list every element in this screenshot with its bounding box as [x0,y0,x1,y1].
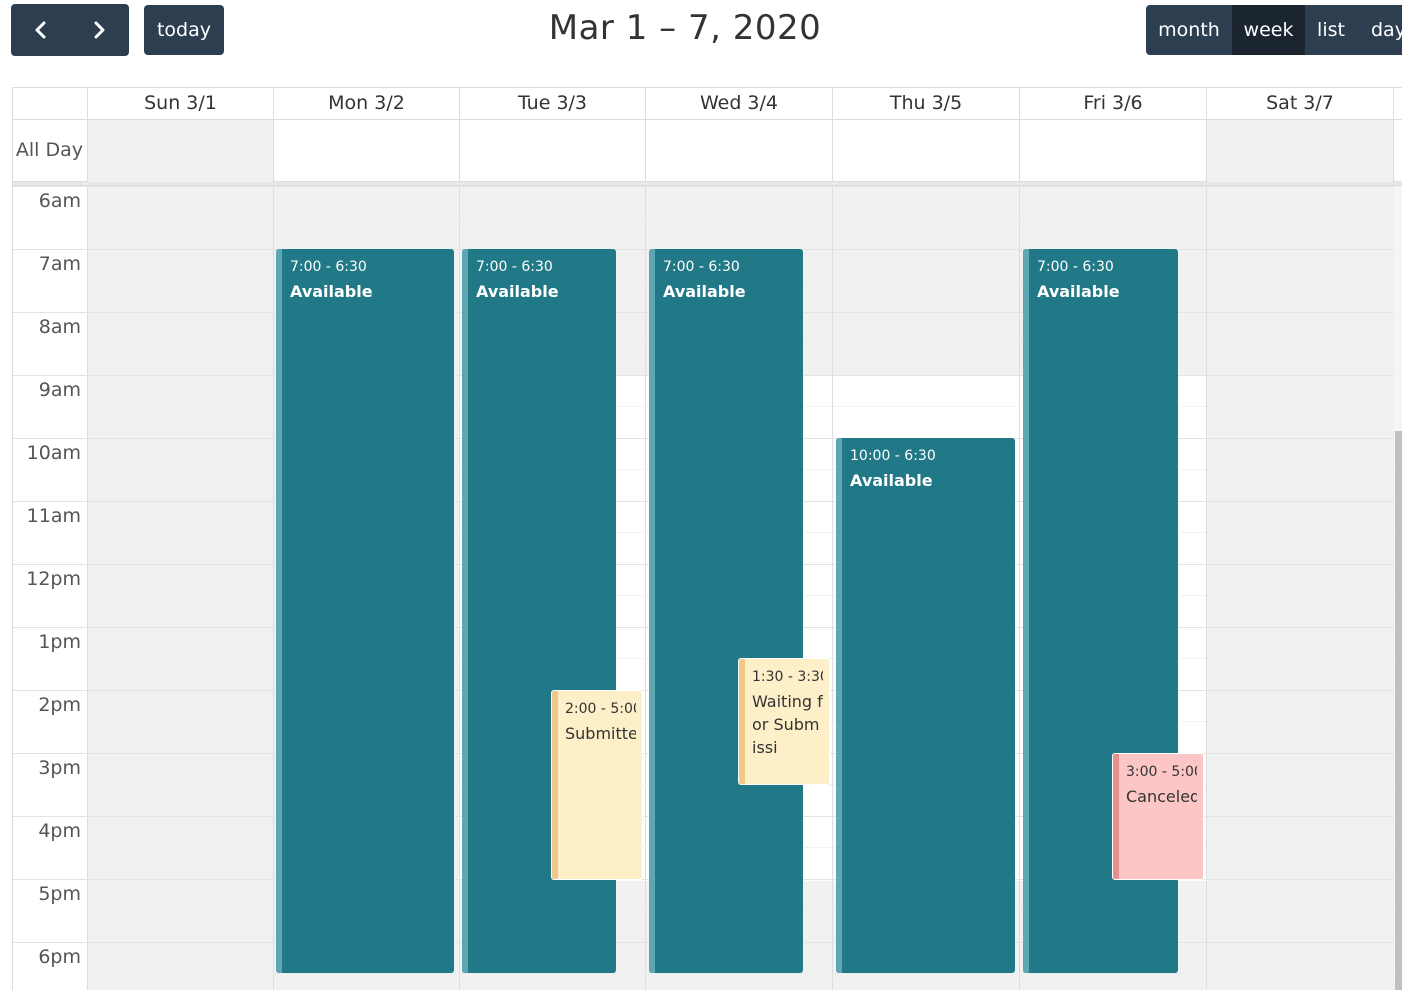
all-day-cell[interactable] [459,120,645,182]
nav-button-group [11,4,129,56]
event-accent [1023,249,1029,973]
event-title: Available [663,282,746,301]
time-label: 5pm [38,883,81,905]
all-day-cell[interactable] [273,120,459,182]
chevron-right-icon [94,21,105,39]
view-week-button[interactable]: week [1232,5,1305,55]
event-accent [836,438,842,973]
event-title: Available [850,471,933,490]
time-label: 11am [26,505,81,527]
all-day-row: All Day [13,120,1402,182]
all-day-cell[interactable] [832,120,1019,182]
event-accent [276,249,282,973]
time-label: 6am [38,190,81,212]
event-title: Available [1037,282,1120,301]
page-title: Mar 1 – 7, 2020 [548,8,822,48]
event-time: 3:00 - 5:00 [1126,764,1197,780]
event-time: 7:00 - 6:30 [663,259,740,275]
event-time: 10:00 - 6:30 [850,448,936,464]
event-available[interactable]: 7:00 - 6:30 Available [649,249,803,973]
all-day-cell[interactable] [87,120,273,182]
slot-line [87,217,1394,218]
time-label: 10am [26,442,81,464]
event-time: 2:00 - 5:00 [565,701,636,717]
time-label: 4pm [38,820,81,842]
event-title: Available [476,282,559,301]
view-list-button[interactable]: list [1305,5,1357,55]
event-title: Submitte [565,724,636,743]
event-title: Canceled [1126,787,1197,806]
view-day-button[interactable]: day [1357,5,1402,55]
time-label: 6pm [38,946,81,968]
event-time: 1:30 - 3:30 [752,669,823,685]
day-header-row: Sun 3/1 Mon 3/2 Tue 3/3 Wed 3/4 Thu 3/5 … [13,88,1402,120]
time-label: 2pm [38,694,81,716]
chevron-left-icon [35,21,46,39]
day-header: Sat 3/7 [1206,88,1394,120]
event-accent [552,691,558,879]
event-title: Waiting for Submissi [752,692,823,757]
all-day-label: All Day [15,139,83,161]
event-submitted[interactable]: 2:00 - 5:00 Submitte [551,690,643,880]
prev-button[interactable] [12,5,70,55]
time-label: 3pm [38,757,81,779]
event-accent [739,659,745,784]
view-month-button[interactable]: month [1146,5,1232,55]
event-available[interactable]: 10:00 - 6:30 Available [836,438,1015,973]
day-header: Tue 3/3 [459,88,645,120]
event-time: 7:00 - 6:30 [476,259,553,275]
all-day-cell[interactable] [1019,120,1206,182]
day-header: Thu 3/5 [832,88,1019,120]
time-label: 1pm [38,631,81,653]
scrollbar-thumb[interactable] [1395,431,1402,990]
time-label: 8am [38,316,81,338]
day-header: Sun 3/1 [87,88,273,120]
day-header: Wed 3/4 [645,88,832,120]
event-waiting[interactable]: 1:30 - 3:30 Waiting for Submissi [738,658,830,785]
event-time: 7:00 - 6:30 [1037,259,1114,275]
time-label: 7am [38,253,81,275]
event-title: Available [290,282,373,301]
day-header: Mon 3/2 [273,88,459,120]
vertical-scrollbar[interactable] [1394,186,1402,990]
day-header: Fri 3/6 [1019,88,1206,120]
time-grid: 6am 7am 8am 9am 10am 11am 12pm 1pm 2pm 3… [13,186,1402,990]
time-label: 9am [38,379,81,401]
day-column-sat[interactable] [1206,186,1394,990]
calendar-grid: Sun 3/1 Mon 3/2 Tue 3/3 Wed 3/4 Thu 3/5 … [12,87,1402,990]
event-accent [462,249,468,973]
slot-line [13,186,1394,187]
next-button[interactable] [70,5,128,55]
today-button[interactable]: today [144,5,224,55]
event-accent [649,249,655,973]
event-time: 7:00 - 6:30 [290,259,367,275]
all-day-cell[interactable] [645,120,832,182]
event-canceled[interactable]: 3:00 - 5:00 Canceled [1112,753,1204,880]
time-label: 12pm [26,568,81,590]
view-switcher: month week list day [1146,5,1402,55]
all-day-cell[interactable] [1206,120,1394,182]
slot-line [87,973,1394,974]
day-column-sun[interactable] [87,186,273,990]
event-accent [1113,754,1119,879]
event-available[interactable]: 7:00 - 6:30 Available [276,249,454,973]
